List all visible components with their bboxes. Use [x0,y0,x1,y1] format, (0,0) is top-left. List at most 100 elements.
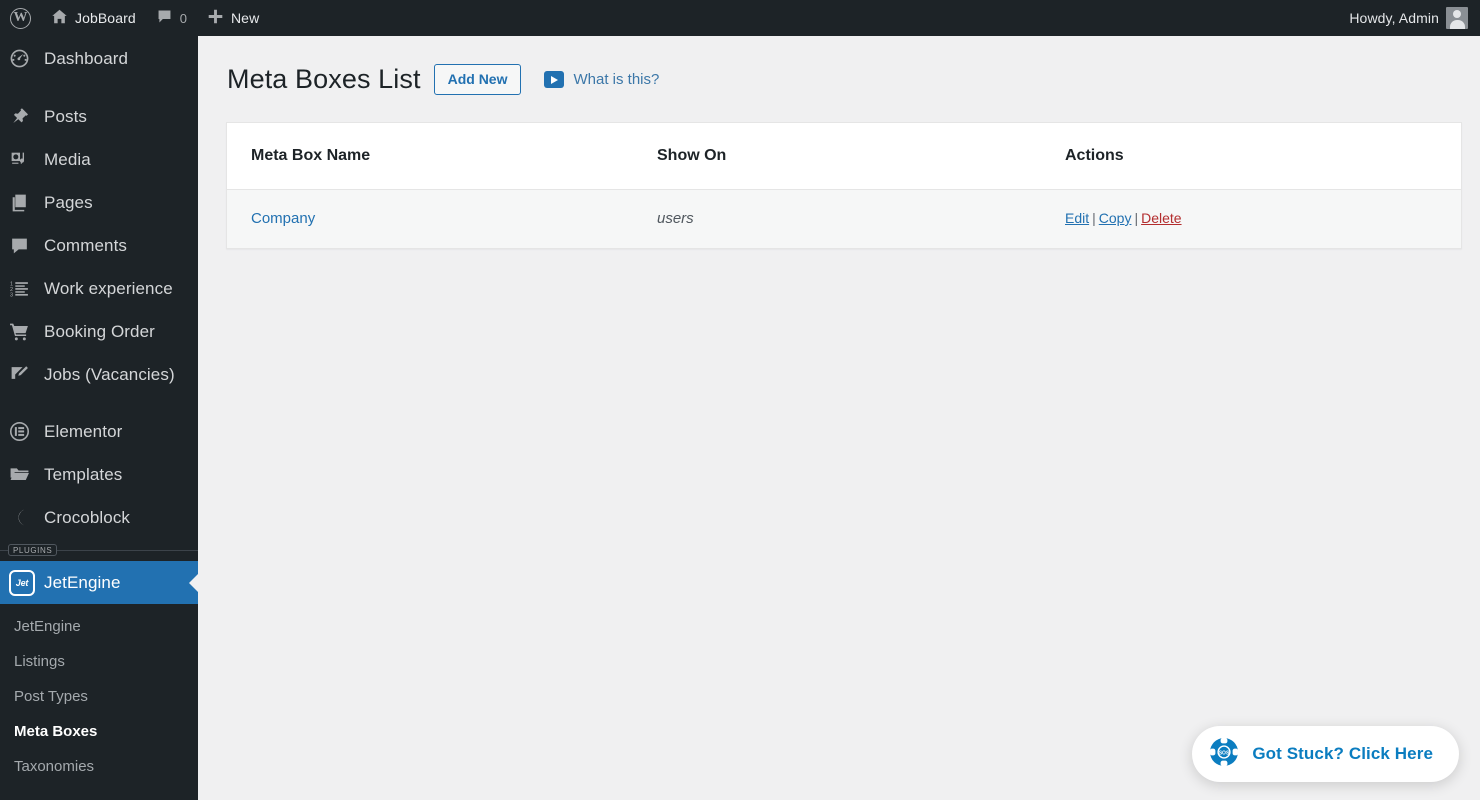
wordpress-logo-menu[interactable]: W [0,0,41,36]
sidebar-item-label: Work experience [44,278,173,298]
admin-bar: W JobBoard 0 New Howdy, Admin [0,0,1480,36]
sidebar-item-jetengine[interactable]: Jet JetEngine [0,561,198,604]
submenu-item-label: JetEngine [14,618,81,635]
admin-sidebar: Dashboard Posts Media Pages Comments 1 2… [0,36,198,800]
my-account-menu[interactable]: Howdy, Admin [1339,0,1478,36]
submenu-item-taxonomies[interactable]: Taxonomies [0,749,198,784]
sidebar-item-booking-order[interactable]: Booking Order [0,310,198,353]
cart-icon [9,320,39,344]
sidebar-item-label: Booking Order [44,321,155,341]
sidebar-item-label: Crocoblock [44,507,131,527]
site-name-menu[interactable]: JobBoard [41,0,146,36]
site-name-label: JobBoard [75,10,136,26]
home-icon [51,8,68,28]
submenu-item-label: Post Types [14,688,88,705]
separator-label: PLUGINS [8,544,58,556]
pages-icon [9,191,39,215]
sidebar-item-templates[interactable]: Templates [0,453,198,496]
sidebar-item-elementor[interactable]: Elementor [0,410,198,453]
submenu-item-label: Listings [14,653,65,670]
pin-icon [9,105,39,129]
jetengine-icon: Jet [9,569,39,596]
sidebar-item-label: Jobs (Vacancies) [44,364,175,384]
sidebar-item-label: JetEngine [44,572,121,592]
jetengine-submenu: JetEngine Listings Post Types Meta Boxes… [0,604,198,792]
sidebar-item-label: Elementor [44,421,123,441]
action-separator: | [1134,210,1139,226]
meta-boxes-table-wrapper: Meta Box Name Show On Actions Company us… [226,122,1462,249]
howdy-label: Howdy, Admin [1349,10,1439,26]
table-header-row: Meta Box Name Show On Actions [227,123,1461,190]
folder-icon [9,463,39,487]
jetengine-badge: Jet [9,569,35,596]
page-header: Meta Boxes List Add New What is this? [198,36,1480,95]
row-actions: Edit | Copy | Delete [1065,210,1182,226]
support-label: Got Stuck? Click Here [1252,744,1433,763]
sidebar-item-media[interactable]: Media [0,138,198,181]
svg-text:SOS: SOS [1219,750,1230,756]
sidebar-item-jobs-vacancies[interactable]: Jobs (Vacancies) [0,353,198,396]
edit-page-icon [9,363,39,387]
comments-count: 0 [179,10,187,26]
comment-bubble-icon [156,8,173,28]
sidebar-item-crocoblock[interactable]: Crocoblock [0,496,198,539]
sidebar-item-label: Posts [44,106,88,126]
meta-boxes-table: Meta Box Name Show On Actions Company us… [227,123,1461,248]
edit-link[interactable]: Edit [1065,210,1089,226]
table-head: Meta Box Name Show On Actions [227,123,1461,190]
play-icon [544,71,565,88]
what-is-this-label: What is this? [573,71,660,88]
sidebar-item-work-experience[interactable]: 1 2 3 Work experience [0,267,198,310]
avatar [1446,7,1468,29]
sidebar-item-comments[interactable]: Comments [0,224,198,267]
support-button[interactable]: SOS Got Stuck? Click Here [1192,726,1459,782]
submenu-item-meta-boxes[interactable]: Meta Boxes [0,714,198,749]
submenu-item-listings[interactable]: Listings [0,644,198,679]
media-icon [9,148,39,172]
copy-link[interactable]: Copy [1099,210,1132,226]
main-content: Meta Boxes List Add New What is this? Me… [198,36,1480,800]
add-new-button[interactable]: Add New [433,64,522,95]
new-label: New [230,10,260,26]
cell-show-on: users [657,189,1065,248]
sidebar-item-label: Media [44,149,91,169]
show-on-value: users [657,210,694,227]
sidebar-item-label: Dashboard [44,48,129,68]
sidebar-item-label: Comments [44,235,127,255]
submenu-item-label: Taxonomies [14,758,95,775]
sidebar-item-label: Templates [44,464,123,484]
action-separator: | [1092,210,1096,226]
page-title: Meta Boxes List [227,64,421,94]
sidebar-item-pages[interactable]: Pages [0,181,198,224]
svg-text:3: 3 [10,293,13,299]
dashboard-icon [9,47,39,71]
sidebar-separator-plugins: PLUGINS [0,539,198,561]
cell-actions: Edit | Copy | Delete [1065,189,1461,248]
comments-menu[interactable]: 0 [146,0,197,36]
elementor-icon [9,420,39,444]
comments-icon [9,234,39,258]
column-header-meta-box-name: Meta Box Name [227,123,657,190]
meta-box-name-link[interactable]: Company [251,210,315,227]
what-is-this-link[interactable]: What is this? [544,71,659,88]
new-content-menu[interactable]: New [197,0,269,36]
table-row: Company users Edit | Copy | Delete [227,189,1461,248]
sidebar-item-posts[interactable]: Posts [0,95,198,138]
submenu-item-post-types[interactable]: Post Types [0,679,198,714]
plus-icon [207,8,224,28]
sidebar-item-label: Pages [44,192,93,212]
lifebuoy-sos-icon: SOS [1208,736,1240,773]
ordered-list-icon: 1 2 3 [9,277,39,301]
wordpress-logo-icon: W [10,7,31,29]
column-header-actions: Actions [1065,123,1461,190]
crocoblock-icon [9,506,39,530]
submenu-item-jetengine[interactable]: JetEngine [0,609,198,644]
table-body: Company users Edit | Copy | Delete [227,189,1461,248]
submenu-item-label: Meta Boxes [14,723,98,740]
column-header-show-on: Show On [657,123,1065,190]
cell-meta-box-name: Company [227,189,657,248]
sidebar-item-dashboard[interactable]: Dashboard [0,36,198,81]
delete-link[interactable]: Delete [1141,210,1181,226]
